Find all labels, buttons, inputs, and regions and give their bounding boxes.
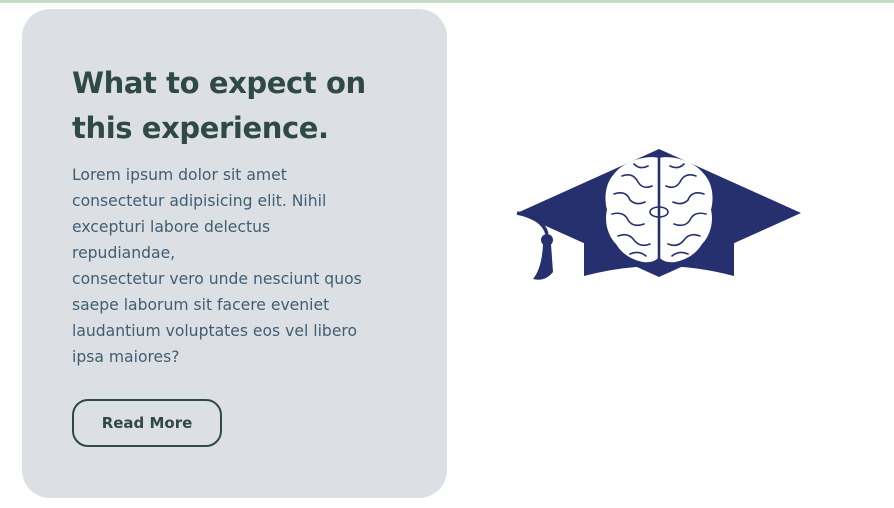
info-card: What to expect on this experience. Lorem… bbox=[22, 9, 447, 498]
description-line: saepe laborum sit facere eveniet bbox=[72, 296, 330, 314]
graduation-cap-brain-icon bbox=[516, 149, 801, 280]
description-line: ipsa maiores? bbox=[72, 348, 180, 366]
description-line: consectetur vero unde nesciunt quos bbox=[72, 270, 362, 288]
description-line: consectetur adipisicing elit. Nihil bbox=[72, 192, 327, 210]
card-description: Lorem ipsum dolor sit amet consectetur a… bbox=[72, 162, 402, 370]
description-line: excepturi labore delectus bbox=[72, 218, 271, 236]
top-border bbox=[0, 0, 894, 3]
description-line: laudantium voluptates eos vel libero bbox=[72, 322, 358, 340]
description-line: Lorem ipsum dolor sit amet bbox=[72, 166, 287, 184]
description-line: repudiandae, bbox=[72, 244, 176, 262]
read-more-button[interactable]: Read More bbox=[72, 399, 222, 447]
card-heading: What to expect on this experience. bbox=[72, 66, 366, 145]
